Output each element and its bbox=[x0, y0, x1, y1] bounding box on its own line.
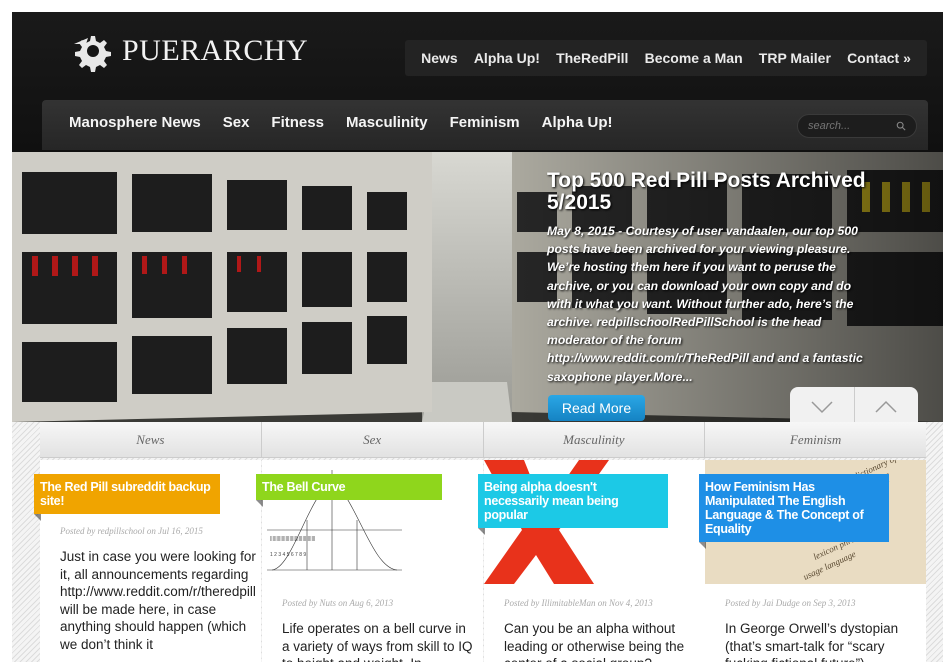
post-excerpt: Life operates on a bell curve in a varie… bbox=[282, 621, 473, 662]
cat-masculinity[interactable]: Masculinity bbox=[346, 114, 428, 131]
hero-slider: Top 500 Red Pill Posts Archived 5/2015 M… bbox=[12, 152, 943, 422]
slider-up-control[interactable] bbox=[855, 387, 919, 422]
site-logo[interactable]: PUERARCHY bbox=[70, 30, 308, 72]
top-nav-trp-mailer[interactable]: TRP Mailer bbox=[759, 50, 831, 66]
search-input[interactable] bbox=[808, 120, 892, 132]
post-card: The Red Pill subreddit backup site! Post… bbox=[34, 460, 261, 662]
post-card: dictionary of the as, usually, of graphi… bbox=[699, 460, 926, 662]
chevron-down-icon bbox=[811, 401, 833, 414]
slider-down-control[interactable] bbox=[790, 387, 855, 422]
top-nav-become-a-man[interactable]: Become a Man bbox=[645, 50, 743, 66]
top-nav-alpha-up[interactable]: Alpha Up! bbox=[474, 50, 540, 66]
site-name: PUERARCHY bbox=[122, 34, 309, 67]
tab-news[interactable]: News bbox=[40, 422, 262, 457]
post-meta: Posted by Nuts on Aug 6, 2013 bbox=[282, 598, 394, 608]
category-nav: Manosphere News Sex Fitness Masculinity … bbox=[69, 114, 634, 131]
svg-text:1 2 3 4 5 6 7 8 9: 1 2 3 4 5 6 7 8 9 bbox=[270, 552, 306, 558]
post-card: Being alpha doesn't necessarily mean bei… bbox=[478, 460, 705, 662]
post-title[interactable]: The Bell Curve bbox=[256, 474, 442, 507]
tab-masculinity[interactable]: Masculinity bbox=[484, 422, 706, 457]
top-nav: News Alpha Up! TheRedPill Become a Man T… bbox=[405, 40, 927, 76]
post-excerpt: Can you be an alpha without leading or o… bbox=[504, 621, 685, 662]
top-nav-contact[interactable]: Contact » bbox=[847, 50, 911, 66]
post-title[interactable]: How Feminism Has Manipulated The English… bbox=[699, 474, 889, 549]
hero-excerpt: May 8, 2015 - Courtesy of user vandaalen… bbox=[547, 224, 863, 384]
hero-title[interactable]: Top 500 Red Pill Posts Archived 5/2015 bbox=[547, 170, 877, 214]
section-tabs: News Sex Masculinity Feminism bbox=[40, 422, 926, 458]
cat-feminism[interactable]: Feminism bbox=[450, 114, 520, 131]
gear-logo-icon bbox=[74, 36, 111, 72]
top-nav-theredpill[interactable]: TheRedPill bbox=[556, 50, 628, 66]
top-nav-news[interactable]: News bbox=[421, 50, 458, 66]
cat-fitness[interactable]: Fitness bbox=[271, 114, 324, 131]
cat-alpha-up[interactable]: Alpha Up! bbox=[542, 114, 613, 131]
featured-columns-section: News Sex Masculinity Feminism The Red Pi… bbox=[12, 422, 943, 662]
cat-sex[interactable]: Sex bbox=[223, 114, 250, 131]
hero-caption: Top 500 Red Pill Posts Archived 5/2015 M… bbox=[547, 170, 877, 386]
read-more-button[interactable]: Read More bbox=[548, 395, 645, 421]
post-excerpt: In George Orwell’s dystopian (that’s sma… bbox=[725, 621, 899, 662]
post-card: ||||||||||||||||||||||||||||||||||| 1 2 … bbox=[256, 460, 483, 662]
search-icon[interactable] bbox=[896, 120, 906, 132]
post-meta: Posted by Jai Dudge on Sep 3, 2013 bbox=[725, 598, 856, 608]
category-nav-bar: Manosphere News Sex Fitness Masculinity … bbox=[42, 100, 928, 150]
post-meta: Posted by redpillschool on Jul 16, 2015 bbox=[60, 526, 203, 536]
post-excerpt: Just in case you were looking for it, al… bbox=[60, 549, 256, 652]
chevron-up-icon bbox=[875, 400, 897, 413]
post-title[interactable]: The Red Pill subreddit backup site! bbox=[34, 474, 220, 521]
search-box bbox=[797, 114, 917, 138]
slider-controls bbox=[790, 387, 918, 422]
tab-feminism[interactable]: Feminism bbox=[705, 422, 926, 457]
svg-text:||||||||||||||||||||||||||||||: ||||||||||||||||||||||||||||||||||| bbox=[270, 536, 315, 542]
tab-sex[interactable]: Sex bbox=[262, 422, 484, 457]
post-title[interactable]: Being alpha doesn't necessarily mean bei… bbox=[478, 474, 668, 535]
post-meta: Posted by IllimitableMan on Nov 4, 2013 bbox=[504, 598, 653, 608]
cat-manosphere-news[interactable]: Manosphere News bbox=[69, 114, 201, 131]
